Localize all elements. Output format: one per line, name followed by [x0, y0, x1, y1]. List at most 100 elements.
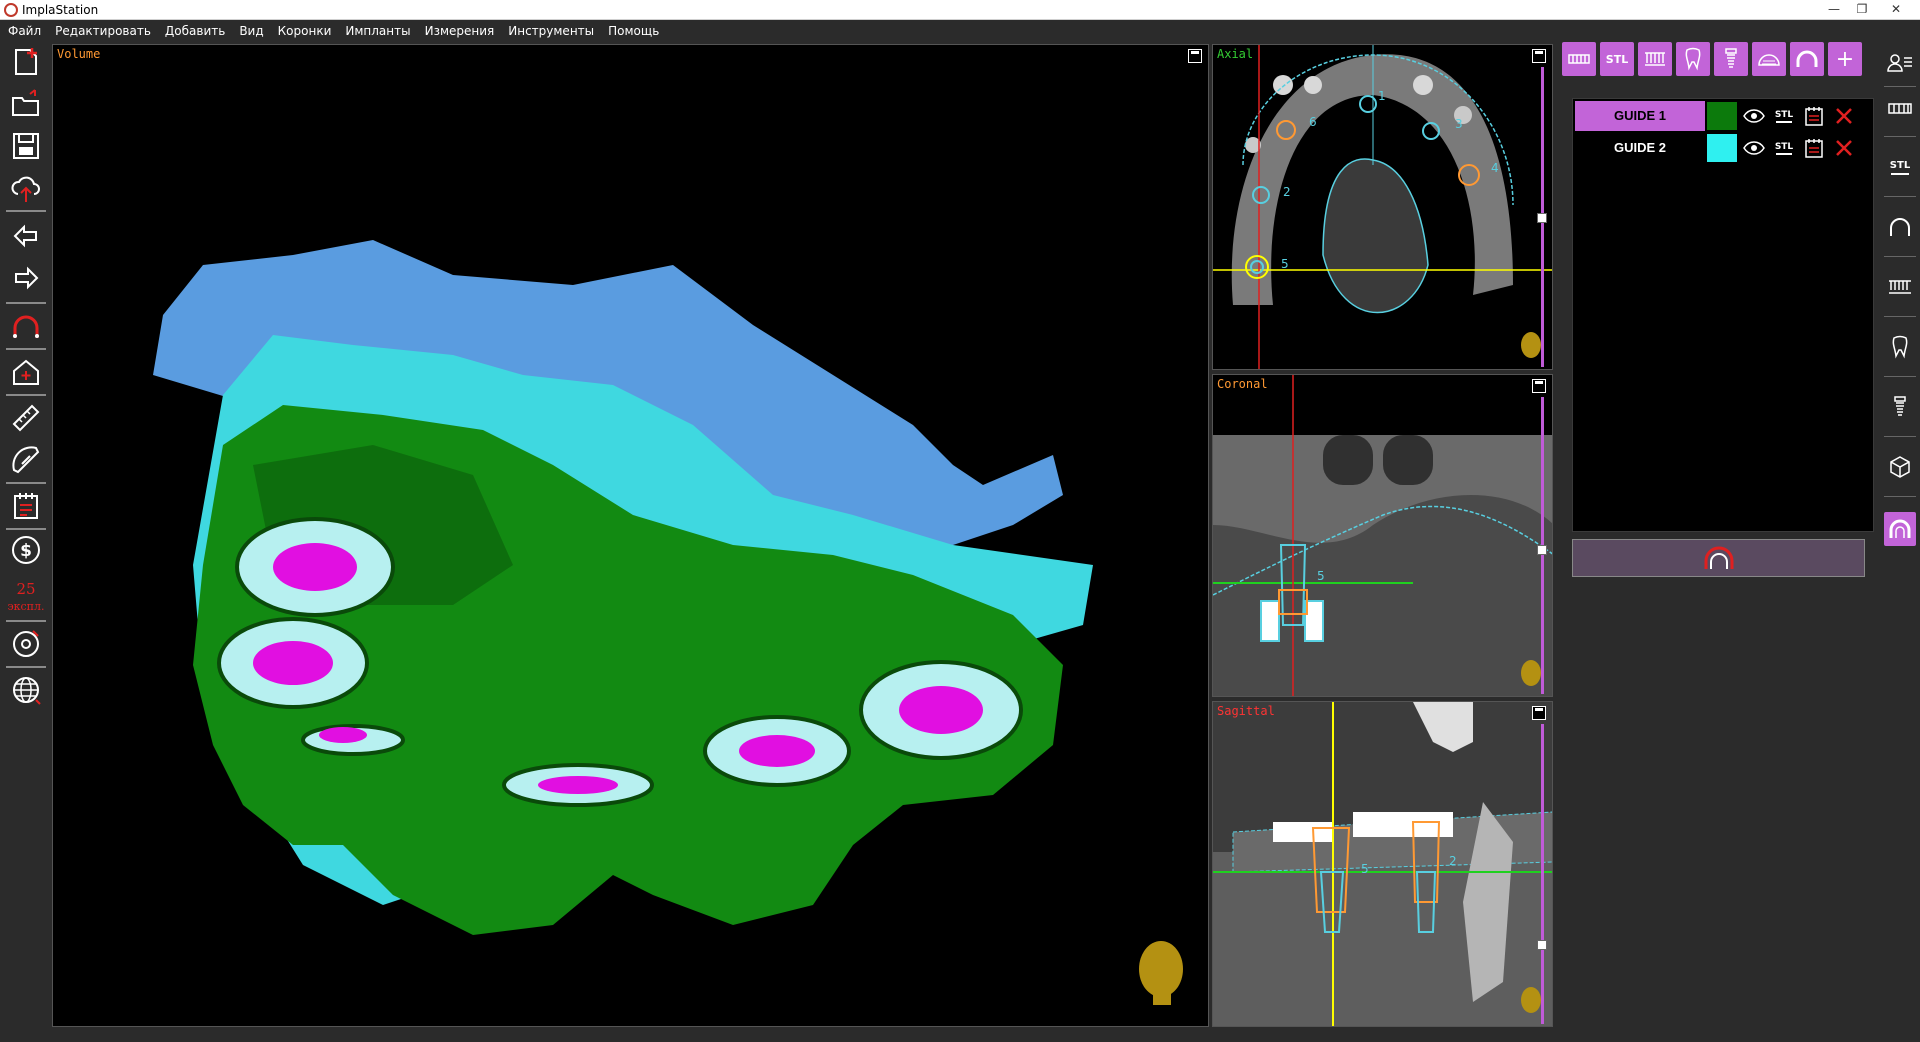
toolbar-divider — [1884, 376, 1916, 377]
ruler-button[interactable] — [6, 400, 46, 436]
box-3d-icon — [1890, 456, 1910, 478]
guide-sleeve — [217, 617, 369, 709]
report-button[interactable] — [6, 488, 46, 524]
report-icon — [1805, 107, 1823, 126]
guide-row[interactable]: GUIDE 1 STL — [1575, 101, 1871, 131]
upper-teeth-button[interactable] — [1884, 92, 1916, 126]
orientation-head-icon — [1521, 660, 1541, 686]
maximize-coronal-button[interactable] — [1532, 379, 1546, 393]
guides-list: GUIDE 1 STL GUIDE 2 STL — [1572, 98, 1874, 532]
guide-sleeve — [502, 763, 654, 807]
undo-button[interactable] — [6, 218, 46, 254]
disc-export-button[interactable] — [6, 626, 46, 662]
new-case-button[interactable] — [6, 44, 46, 80]
web-button[interactable] — [6, 672, 46, 708]
guide-arch-button[interactable] — [1884, 512, 1916, 546]
sagittal-slice-scrollbar[interactable] — [1541, 724, 1544, 1024]
export-stl-button[interactable]: STL — [1771, 104, 1797, 128]
angle-measure-button[interactable] — [6, 442, 46, 478]
menu-tools[interactable]: Инструменты — [501, 21, 601, 43]
arch-teeth-tool-button[interactable] — [1638, 42, 1672, 76]
stl-tool-button[interactable]: STL — [1600, 42, 1634, 76]
axial-scroll-thumb[interactable] — [1537, 213, 1547, 223]
redo-button[interactable] — [6, 260, 46, 296]
box-3d-button[interactable] — [1884, 450, 1916, 484]
orientation-head-icon — [1521, 332, 1541, 358]
coronal-label: Coronal — [1217, 377, 1268, 391]
guide-tool-button[interactable] — [1752, 42, 1786, 76]
close-window-button[interactable]: ✕ — [1878, 0, 1914, 18]
guide-name[interactable]: GUIDE 2 — [1575, 133, 1705, 163]
menu-view[interactable]: Вид — [232, 21, 270, 43]
home-view-button[interactable] — [6, 354, 46, 390]
guide-row[interactable]: GUIDE 2 STL — [1575, 133, 1871, 163]
implant-number-label: 1 — [1378, 89, 1386, 103]
coronal-viewport[interactable]: Coronal 5 — [1212, 374, 1553, 697]
coronal-scroll-thumb[interactable] — [1537, 545, 1547, 555]
credits-unit: экспл. — [7, 600, 45, 613]
sagittal-scroll-thumb[interactable] — [1537, 940, 1547, 950]
toolbar-divider — [1884, 136, 1916, 137]
patient-list-icon — [1887, 54, 1912, 72]
redo-arrow-icon — [15, 266, 39, 290]
guide-report-button[interactable] — [1801, 104, 1827, 128]
arch-tool-button[interactable] — [1790, 42, 1824, 76]
tooth-tool-button[interactable] — [1676, 42, 1710, 76]
dentition-button[interactable] — [1884, 270, 1916, 304]
implant-outline-button[interactable] — [1884, 390, 1916, 424]
credits-button[interactable]: $ — [6, 532, 46, 568]
stl-points-button[interactable]: STL — [1884, 150, 1916, 184]
guide-color-swatch[interactable] — [1707, 134, 1737, 162]
report-icon — [1805, 139, 1823, 158]
menu-measurements[interactable]: Измерения — [418, 21, 502, 43]
delete-guide-button[interactable] — [1831, 104, 1857, 128]
toolbar-divider — [6, 348, 46, 350]
guide-report-button[interactable] — [1801, 136, 1827, 160]
minimize-button[interactable]: — — [1820, 0, 1848, 18]
toolbar-divider — [1884, 86, 1916, 87]
implant-number-label: 6 — [1309, 115, 1317, 129]
toolbar-divider — [6, 482, 46, 484]
upper-teeth-icon — [1888, 103, 1912, 114]
implant-tool-button[interactable] — [1714, 42, 1748, 76]
create-guide-button[interactable] — [1572, 539, 1865, 577]
maximize-button[interactable]: ❐ — [1848, 0, 1876, 18]
toolbar-divider — [6, 620, 46, 622]
teeth-tool-button[interactable] — [1562, 42, 1596, 76]
add-tool-button[interactable]: + — [1828, 42, 1862, 76]
menu-crowns[interactable]: Коронки — [271, 21, 339, 43]
maximize-axial-button[interactable] — [1532, 49, 1546, 63]
arch-line-icon — [1890, 218, 1910, 236]
menu-add[interactable]: Добавить — [158, 21, 232, 43]
menu-implants[interactable]: Импланты — [338, 21, 417, 43]
stl-icon: STL — [1605, 52, 1629, 66]
new-case-icon — [15, 48, 37, 75]
patient-list-button[interactable] — [1884, 46, 1916, 80]
menu-file[interactable]: Файл — [0, 21, 48, 43]
arch-line-button[interactable] — [1884, 210, 1916, 244]
axial-label: Axial — [1217, 47, 1254, 61]
sagittal-viewport[interactable]: Sagittal 5 2 — [1212, 701, 1553, 1027]
save-button[interactable] — [6, 128, 46, 164]
open-case-button[interactable] — [6, 86, 46, 122]
sagittal-label: Sagittal — [1217, 704, 1275, 718]
menu-help[interactable]: Помощь — [601, 21, 666, 43]
plus-icon: + — [1835, 46, 1855, 72]
stl-export-icon: STL — [1774, 141, 1794, 152]
maximize-sagittal-button[interactable] — [1532, 706, 1546, 720]
menu-edit[interactable]: Редактировать — [48, 21, 158, 43]
volume-viewport[interactable]: Volume — [52, 44, 1209, 1027]
visibility-toggle[interactable] — [1741, 104, 1767, 128]
visibility-toggle[interactable] — [1741, 136, 1767, 160]
cloud-upload-button[interactable] — [6, 170, 46, 206]
guide-color-swatch[interactable] — [1707, 102, 1737, 130]
arch-curve-button[interactable] — [6, 308, 46, 344]
cloud-upload-icon — [11, 176, 40, 202]
delete-guide-button[interactable] — [1831, 136, 1857, 160]
arch-guide-icon — [1704, 546, 1733, 569]
undo-arrow-icon — [13, 224, 37, 248]
guide-name[interactable]: GUIDE 1 — [1575, 101, 1705, 131]
export-stl-button[interactable]: STL — [1771, 136, 1797, 160]
axial-viewport[interactable]: Axial 1 2 3 4 5 6 — [1212, 44, 1553, 370]
tooth-outline-button[interactable] — [1884, 330, 1916, 364]
